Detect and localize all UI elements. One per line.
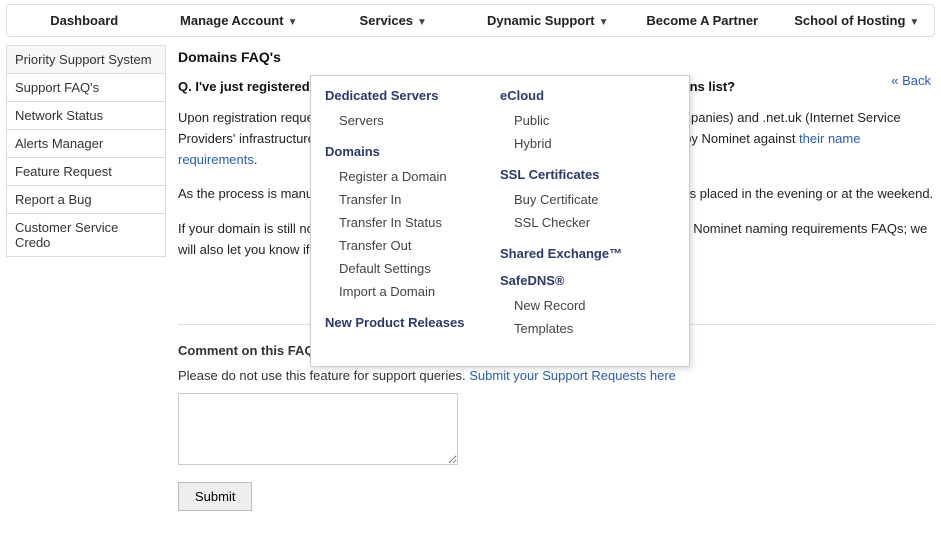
sidebar-item-support-faq-s[interactable]: Support FAQ's [6,74,166,102]
menu-link-transfer-in[interactable]: Transfer In [325,188,500,211]
menu-link-servers[interactable]: Servers [325,109,500,132]
comment-textarea[interactable] [178,393,458,465]
sidebar: Priority Support SystemSupport FAQ'sNetw… [6,45,166,511]
caret-down-icon: ▼ [909,17,919,28]
comment-disclaimer: Please do not use this feature for suppo… [178,368,935,383]
sidebar-item-customer-service-credo[interactable]: Customer Service Credo [6,214,166,257]
menu-header-safedns-[interactable]: SafeDNS® [500,273,675,288]
back-link[interactable]: « Back [891,73,931,88]
sidebar-item-report-a-bug[interactable]: Report a Bug [6,186,166,214]
menu-header-dedicated-servers[interactable]: Dedicated Servers [325,88,500,103]
caret-down-icon: ▼ [599,17,609,28]
caret-down-icon: ▼ [288,17,298,28]
menu-link-transfer-in-status[interactable]: Transfer In Status [325,211,500,234]
menu-header-new-product-releases[interactable]: New Product Releases [325,315,500,330]
caret-down-icon: ▼ [417,17,427,28]
sidebar-item-feature-request[interactable]: Feature Request [6,158,166,186]
menu-header-shared-exchange-[interactable]: Shared Exchange™ [500,246,675,261]
menu-link-register-a-domain[interactable]: Register a Domain [325,165,500,188]
submit-button[interactable]: Submit [178,482,252,511]
page-title: Domains FAQ's [178,49,935,65]
menu-link-hybrid[interactable]: Hybrid [500,132,675,155]
nav-manage-account[interactable]: Manage Account▼ [162,5,317,36]
menu-link-transfer-out[interactable]: Transfer Out [325,234,500,257]
menu-link-ssl-checker[interactable]: SSL Checker [500,211,675,234]
sidebar-item-alerts-manager[interactable]: Alerts Manager [6,130,166,158]
menu-link-default-settings[interactable]: Default Settings [325,257,500,280]
top-nav: DashboardManage Account▼Services▼Dynamic… [6,4,935,37]
menu-link-import-a-domain[interactable]: Import a Domain [325,280,500,303]
support-requests-link[interactable]: Submit your Support Requests here [469,368,676,383]
nav-dashboard[interactable]: Dashboard [7,5,162,36]
disclaimer-text: Please do not use this feature for suppo… [178,368,469,383]
menu-link-buy-certificate[interactable]: Buy Certificate [500,188,675,211]
menu-link-public[interactable]: Public [500,109,675,132]
services-mega-menu: Dedicated Servers Servers Domains Register … [310,75,690,367]
menu-header-ssl-certificates[interactable]: SSL Certificates [500,167,675,182]
nav-become-a-partner[interactable]: Become A Partner [625,5,780,36]
nav-school-of-hosting[interactable]: School of Hosting▼ [780,5,935,36]
menu-link-templates[interactable]: Templates [500,317,675,340]
sidebar-item-priority-support-system[interactable]: Priority Support System [6,45,166,74]
sidebar-item-network-status[interactable]: Network Status [6,102,166,130]
nav-dynamic-support[interactable]: Dynamic Support▼ [471,5,626,36]
faq-text: . [254,152,258,167]
menu-link-new-record[interactable]: New Record [500,294,675,317]
menu-header-domains[interactable]: Domains [325,144,500,159]
menu-header-ecloud[interactable]: eCloud [500,88,675,103]
nav-services[interactable]: Services▼ [316,5,471,36]
